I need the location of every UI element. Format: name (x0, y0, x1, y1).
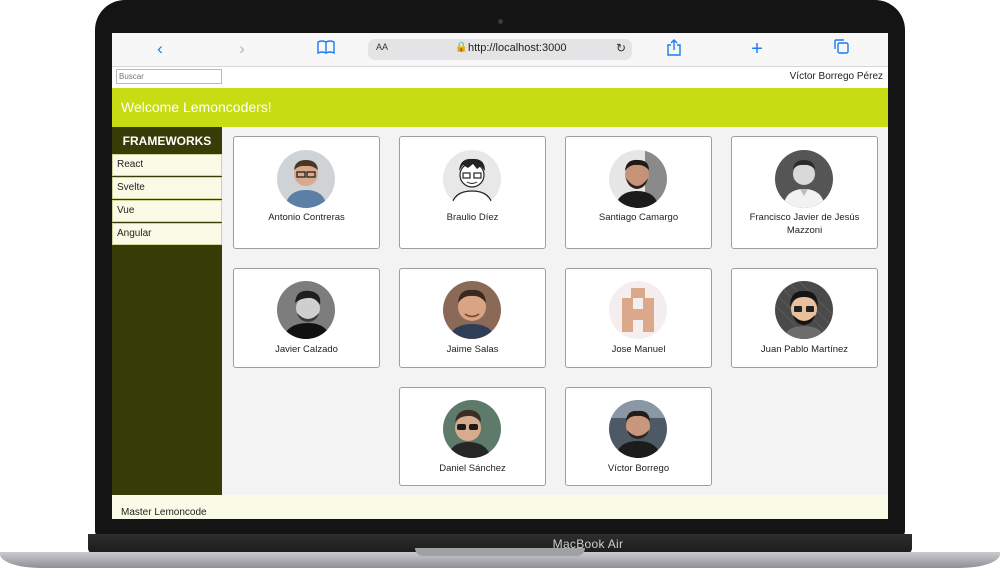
bookmarks-icon[interactable] (315, 39, 337, 59)
tabs-icon[interactable] (832, 39, 850, 59)
member-name: Santiago Camargo (598, 212, 679, 223)
footer: Master Lemoncode (112, 495, 888, 519)
member-name: Víctor Borrego (607, 463, 670, 474)
member-name: Juan Pablo Martínez (760, 344, 849, 355)
laptop-base: MacBook Air (0, 534, 1000, 574)
member-name: Braulio Díez (446, 212, 499, 223)
app-topbar: Víctor Borrego Pérez (112, 67, 888, 88)
avatar (609, 281, 667, 339)
lock-icon: 🔒 (455, 42, 468, 53)
footer-text: Master Lemoncode (121, 507, 207, 518)
sidebar: FRAMEWORKS React Svelte Vue Angular (112, 127, 222, 495)
address-bar[interactable]: AA 🔒 http://localhost:3000 ↻ (368, 39, 632, 60)
search-input[interactable] (116, 69, 222, 84)
member-card[interactable]: Daniel Sánchez (399, 387, 546, 486)
member-name: Jaime Salas (446, 344, 499, 355)
avatar (775, 281, 833, 339)
sidebar-item-react[interactable]: React (112, 154, 222, 176)
member-card[interactable]: Santiago Camargo (565, 136, 712, 249)
avatar (443, 150, 501, 208)
member-name: Antonio Contreras (268, 212, 345, 223)
sidebar-item-vue[interactable]: Vue (112, 200, 222, 222)
sidebar-title: FRAMEWORKS (122, 134, 212, 148)
avatar (443, 400, 501, 458)
member-card[interactable]: Juan Pablo Martínez (731, 268, 878, 368)
safari-toolbar: ‹ › AA 🔒 http://localhost:3000 ↻ + (112, 33, 888, 67)
avatar (775, 150, 833, 208)
banner-title: Welcome Lemoncoders! (121, 99, 272, 115)
reload-icon[interactable]: ↻ (616, 41, 626, 55)
user-name: Víctor Borrego Pérez (789, 71, 883, 82)
member-card[interactable]: Antonio Contreras (233, 136, 380, 249)
member-card[interactable]: Jose Manuel (565, 268, 712, 368)
back-icon[interactable]: ‹ (152, 39, 168, 59)
laptop-notch (415, 548, 585, 556)
member-card[interactable]: Víctor Borrego (565, 387, 712, 486)
sidebar-item-angular[interactable]: Angular (112, 223, 222, 245)
welcome-banner: Welcome Lemoncoders! (112, 88, 888, 127)
avatar (609, 150, 667, 208)
avatar (277, 281, 335, 339)
avatar (609, 400, 667, 458)
avatar (443, 281, 501, 339)
new-tab-icon[interactable]: + (748, 39, 766, 59)
member-card[interactable]: Braulio Díez (399, 136, 546, 249)
member-grid: Antonio Contreras Braulio Díez Santiago … (222, 127, 888, 495)
camera-icon (498, 19, 503, 24)
share-icon[interactable] (665, 39, 683, 59)
forward-icon[interactable]: › (234, 39, 250, 59)
member-name: Javier Calzado (275, 344, 338, 355)
sidebar-item-svelte[interactable]: Svelte (112, 177, 222, 199)
member-name: Francisco Javier de Jesús Mazzoni (749, 212, 860, 236)
url-text[interactable]: http://localhost:3000 (468, 42, 566, 54)
member-name: Daniel Sánchez (439, 463, 506, 474)
member-card[interactable]: Jaime Salas (399, 268, 546, 368)
member-card[interactable]: Francisco Javier de Jesús Mazzoni (731, 136, 878, 249)
browser-screen: ‹ › AA 🔒 http://localhost:3000 ↻ + Vícto… (112, 33, 888, 519)
member-card[interactable]: Javier Calzado (233, 268, 380, 368)
member-name: Jose Manuel (611, 344, 666, 355)
text-size-button[interactable]: AA (376, 42, 388, 52)
avatar (277, 150, 335, 208)
